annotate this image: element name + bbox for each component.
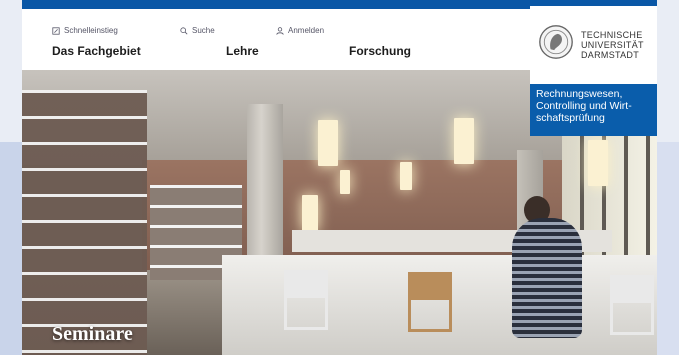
user-icon xyxy=(276,26,284,35)
nav-item-forschung[interactable]: Forschung xyxy=(349,44,411,58)
institute-name-line: schaftsprüfung xyxy=(536,112,605,124)
search-label: Suche xyxy=(192,26,215,35)
search-link[interactable]: Suche xyxy=(180,26,215,35)
university-name: TECHNISCHE UNIVERSITÄT DARMSTADT xyxy=(581,30,644,60)
hero-lamp xyxy=(340,170,350,194)
edit-icon xyxy=(52,26,60,35)
hero-bookshelf-left xyxy=(22,90,147,355)
university-logo[interactable]: TECHNISCHE UNIVERSITÄT DARMSTADT xyxy=(530,6,657,84)
hero-lamp xyxy=(588,140,608,186)
right-side-panel xyxy=(657,142,679,355)
university-name-line: DARMSTADT xyxy=(581,50,640,60)
hero-chair xyxy=(284,270,328,330)
hero-title: Seminare xyxy=(52,323,133,345)
quick-access-link[interactable]: Schnelleinstieg xyxy=(52,26,118,35)
hero-lamp xyxy=(318,120,338,166)
login-label: Anmelden xyxy=(288,26,325,35)
login-link[interactable]: Anmelden xyxy=(276,26,324,35)
institute-name-box[interactable]: Rechnungswesen, Controlling und Wirt- sc… xyxy=(530,84,657,136)
hero-lamp xyxy=(454,118,474,164)
university-name-line: UNIVERSITÄT xyxy=(581,40,644,50)
institute-name-line: Controlling und Wirt- xyxy=(536,100,632,112)
hero-lamp xyxy=(302,195,318,231)
university-seal-icon xyxy=(539,25,573,59)
hero-person xyxy=(512,218,582,338)
hero-chair xyxy=(610,275,654,335)
search-icon xyxy=(180,26,188,34)
nav-item-lehre[interactable]: Lehre xyxy=(226,44,259,58)
quick-access-label: Schnelleinstieg xyxy=(64,26,118,35)
hero-lamp xyxy=(400,162,412,190)
left-side-panel xyxy=(0,142,22,355)
hero-chair xyxy=(408,272,452,332)
institute-name-line: Rechnungswesen, xyxy=(536,88,623,100)
university-name-line: TECHNISCHE xyxy=(581,30,643,40)
nav-item-fachgebiet[interactable]: Das Fachgebiet xyxy=(52,44,141,58)
